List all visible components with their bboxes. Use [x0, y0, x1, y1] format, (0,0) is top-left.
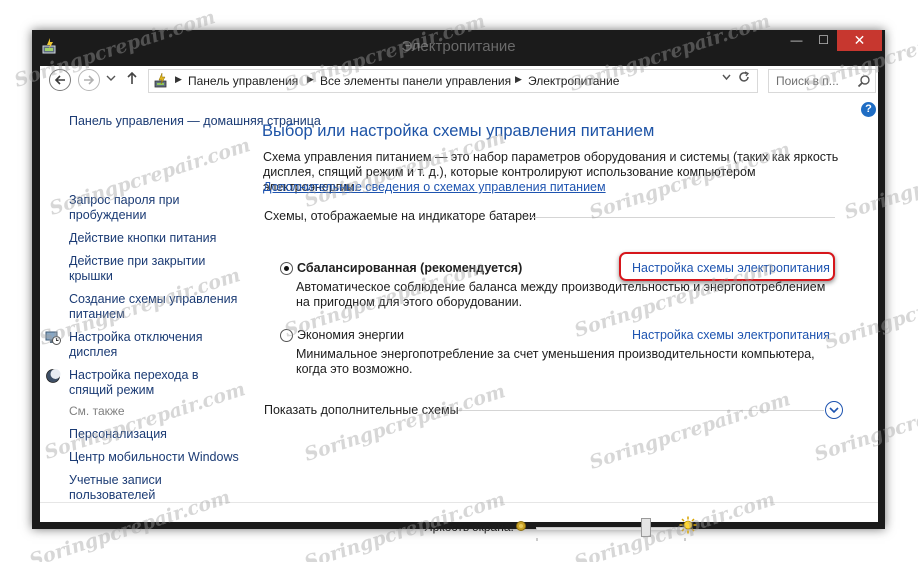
screenshot-canvas: Электропитание — ☐ ✕ ▶ Панель управления… [0, 0, 918, 562]
title-bar[interactable]: Электропитание — ☐ ✕ [32, 30, 885, 62]
plan-balanced-name[interactable]: Сбалансированная (рекомендуется) [297, 261, 522, 275]
search-input[interactable] [769, 70, 855, 92]
slider-thumb[interactable] [641, 518, 651, 537]
recent-pages-dropdown-icon[interactable] [106, 73, 116, 83]
sidebar-item-create-power-plan[interactable]: Создание схемы управления питанием [69, 292, 244, 322]
see-also-heading: См. также [69, 404, 125, 418]
see-also-user-accounts[interactable]: Учетные записи пользователей [69, 473, 189, 503]
bright-sun-icon [679, 516, 697, 534]
section-divider [458, 410, 824, 411]
back-button[interactable] [49, 69, 71, 91]
expand-plans-button[interactable] [825, 401, 843, 419]
breadcrumb-separator-icon[interactable]: ▶ [307, 74, 314, 85]
arrow-left-icon [54, 75, 65, 85]
search-icon[interactable] [857, 74, 871, 88]
brightness-label: Яркость экрана: [424, 520, 514, 534]
show-more-plans-label[interactable]: Показать дополнительные схемы [264, 403, 459, 417]
chevron-down-icon [829, 407, 839, 414]
plan-power-saver-radio[interactable] [280, 329, 293, 342]
window-title: Электропитание [401, 38, 516, 55]
arrow-right-icon [84, 75, 95, 85]
plan-balanced-description: Автоматическое соблюдение баланса между … [296, 280, 826, 309]
plan-power-saver-settings-link[interactable]: Настройка схемы электропитания [632, 328, 830, 342]
breadcrumb: ▶ Панель управления ▶ Все элементы панел… [148, 69, 758, 93]
address-bar: ▶ Панель управления ▶ Все элементы панел… [40, 66, 878, 96]
bottom-divider [40, 502, 878, 503]
slider-track [536, 527, 686, 531]
plan-balanced-radio[interactable] [280, 262, 293, 275]
sidebar-item-wakeup-password[interactable]: Запрос пароля при пробуждении [69, 193, 209, 223]
up-arrow-icon[interactable] [126, 71, 138, 85]
dim-brightness-icon [516, 521, 526, 531]
content-pane: ? Панель управления — домашняя страница … [40, 96, 878, 541]
close-button[interactable]: ✕ [837, 30, 882, 51]
breadcrumb-power-options[interactable]: Электропитание [528, 74, 619, 88]
moon-icon [46, 369, 61, 383]
breadcrumb-separator-icon[interactable]: ▶ [175, 74, 182, 85]
refresh-icon[interactable] [738, 71, 750, 83]
sidebar-item-sleep-settings[interactable]: Настройка перехода в спящий режим [69, 368, 219, 398]
display-clock-icon [45, 331, 61, 345]
search-box [768, 69, 876, 93]
minimize-button[interactable]: — [783, 30, 810, 51]
sidebar-item-display-off[interactable]: Настройка отключения дисплея [69, 330, 219, 360]
more-info-link[interactable]: Дополнительные сведения о схемах управле… [263, 180, 606, 194]
help-icon[interactable]: ? [861, 102, 876, 117]
plan-power-saver-name[interactable]: Экономия энергии [297, 328, 404, 342]
breadcrumb-all-items[interactable]: Все элементы панели управления [320, 74, 511, 88]
slider-ticks [536, 538, 686, 541]
see-also-mobility-center[interactable]: Центр мобильности Windows [69, 450, 239, 465]
brightness-slider[interactable] [536, 518, 686, 542]
breadcrumb-control-panel[interactable]: Панель управления [188, 74, 298, 88]
sidebar-item-power-button-action[interactable]: Действие кнопки питания [69, 231, 216, 246]
see-also-personalization[interactable]: Персонализация [69, 427, 167, 442]
section-divider [527, 217, 835, 218]
address-history-dropdown-icon[interactable] [722, 73, 731, 82]
forward-button[interactable] [78, 69, 100, 91]
maximize-button[interactable]: ☐ [810, 30, 837, 51]
breadcrumb-separator-icon[interactable]: ▶ [515, 74, 522, 85]
power-options-icon [154, 73, 167, 88]
power-options-window: Электропитание — ☐ ✕ ▶ Панель управления… [32, 30, 885, 541]
sidebar-item-lid-close-action[interactable]: Действие при закрытии крышки [69, 254, 219, 284]
page-title: Выбор или настройка схемы управления пит… [262, 122, 655, 140]
plan-power-saver-description: Минимальное энергопотребление за счет ум… [296, 347, 815, 376]
plans-section-label: Схемы, отображаемые на индикаторе батаре… [264, 209, 536, 223]
plan-balanced-settings-link[interactable]: Настройка схемы электропитания [632, 261, 830, 275]
